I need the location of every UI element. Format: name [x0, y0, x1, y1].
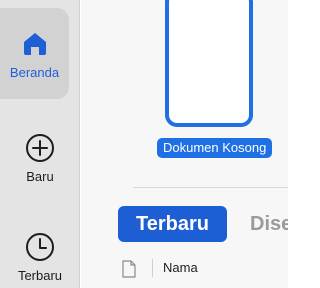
sidebar-item-label: Beranda — [9, 64, 60, 80]
sidebar: Beranda Baru Terbaru — [0, 0, 80, 288]
sidebar-item-beranda[interactable]: Beranda — [0, 8, 69, 99]
sidebar-item-label: Baru — [26, 169, 54, 184]
clock-icon — [24, 231, 56, 263]
main-content: Dokumen Kosong Terbaru Dise Nama — [81, 0, 288, 288]
app-window: Beranda Baru Terbaru Dokumen Kosong Terb… — [0, 0, 288, 288]
tab-dise[interactable]: Dise — [250, 206, 288, 242]
tab-terbaru[interactable]: Terbaru — [118, 206, 227, 242]
column-separator — [152, 259, 153, 277]
sidebar-item-terbaru[interactable]: Terbaru — [0, 226, 80, 288]
home-icon — [19, 28, 51, 60]
plus-circle-icon — [24, 132, 56, 164]
section-divider — [133, 187, 288, 188]
sidebar-item-baru[interactable]: Baru — [0, 128, 80, 188]
blank-document-label[interactable]: Dokumen Kosong — [157, 138, 273, 158]
document-icon — [122, 260, 136, 283]
column-header-name[interactable]: Nama — [163, 259, 198, 277]
sidebar-item-label: Terbaru — [17, 268, 63, 283]
blank-document-thumbnail[interactable] — [165, 0, 253, 127]
file-list-header: Nama — [118, 256, 288, 282]
